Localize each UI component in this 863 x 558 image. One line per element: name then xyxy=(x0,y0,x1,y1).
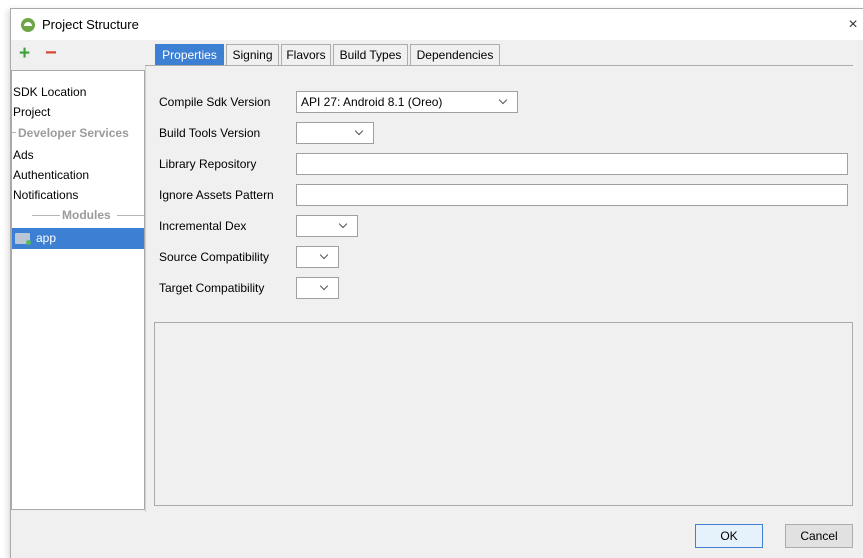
incremental-dex-dropdown[interactable] xyxy=(296,215,358,237)
build-tools-label: Build Tools Version xyxy=(159,126,261,140)
incremental-dex-label: Incremental Dex xyxy=(159,219,247,233)
ignore-assets-field[interactable] xyxy=(296,184,848,206)
separator-line xyxy=(117,215,144,216)
android-studio-icon xyxy=(21,18,35,32)
chevron-down-icon xyxy=(320,247,330,267)
ok-button[interactable]: OK xyxy=(695,524,763,548)
sidebar-header-developer-services: Developer Services xyxy=(18,126,129,140)
cancel-button[interactable]: Cancel xyxy=(785,524,853,548)
sidebar: SDK Location Project Developer Services … xyxy=(11,70,145,510)
compile-sdk-value: API 27: Android 8.1 (Oreo) xyxy=(301,95,443,109)
sidebar-item-label: app xyxy=(36,231,57,245)
sidebar-item-authentication[interactable]: Authentication xyxy=(13,165,89,185)
remove-module-button[interactable]: − xyxy=(45,43,59,64)
sidebar-item-project[interactable]: Project xyxy=(13,102,50,122)
chevron-down-icon xyxy=(320,278,330,298)
separator-line xyxy=(32,215,60,216)
build-tools-dropdown[interactable] xyxy=(296,122,374,144)
tab-flavors[interactable]: Flavors xyxy=(281,44,331,66)
tab-divider xyxy=(145,65,853,66)
title-bar: Project Structure × xyxy=(11,9,863,40)
sidebar-item-notifications[interactable]: Notifications xyxy=(13,185,78,205)
module-folder-icon xyxy=(15,233,31,245)
ignore-assets-label: Ignore Assets Pattern xyxy=(159,188,274,202)
compile-sdk-label: Compile Sdk Version xyxy=(159,95,271,109)
chevron-down-icon xyxy=(355,123,365,143)
sidebar-item-app[interactable]: app xyxy=(12,228,144,249)
sidebar-item-sdk-location[interactable]: SDK Location xyxy=(13,82,86,102)
library-repository-field[interactable] xyxy=(296,153,848,175)
separator-line xyxy=(12,132,16,133)
close-button[interactable]: × xyxy=(843,9,863,40)
chevron-down-icon xyxy=(339,216,349,236)
chevron-down-icon xyxy=(499,92,509,112)
source-compatibility-dropdown[interactable] xyxy=(296,246,339,268)
target-compatibility-label: Target Compatibility xyxy=(159,281,265,295)
compile-sdk-dropdown[interactable]: API 27: Android 8.1 (Oreo) xyxy=(296,91,518,113)
tab-dependencies[interactable]: Dependencies xyxy=(410,44,500,66)
window-title: Project Structure xyxy=(42,17,139,32)
target-compatibility-dropdown[interactable] xyxy=(296,277,339,299)
library-repository-label: Library Repository xyxy=(159,157,257,171)
source-compatibility-label: Source Compatibility xyxy=(159,250,270,264)
tab-properties[interactable]: Properties xyxy=(155,44,224,66)
tab-build-types[interactable]: Build Types xyxy=(333,44,408,66)
tab-signing[interactable]: Signing xyxy=(226,44,279,66)
add-module-button[interactable]: + xyxy=(19,44,33,64)
details-area xyxy=(154,322,853,506)
sidebar-header-modules: Modules xyxy=(62,208,111,222)
sidebar-item-ads[interactable]: Ads xyxy=(13,145,34,165)
